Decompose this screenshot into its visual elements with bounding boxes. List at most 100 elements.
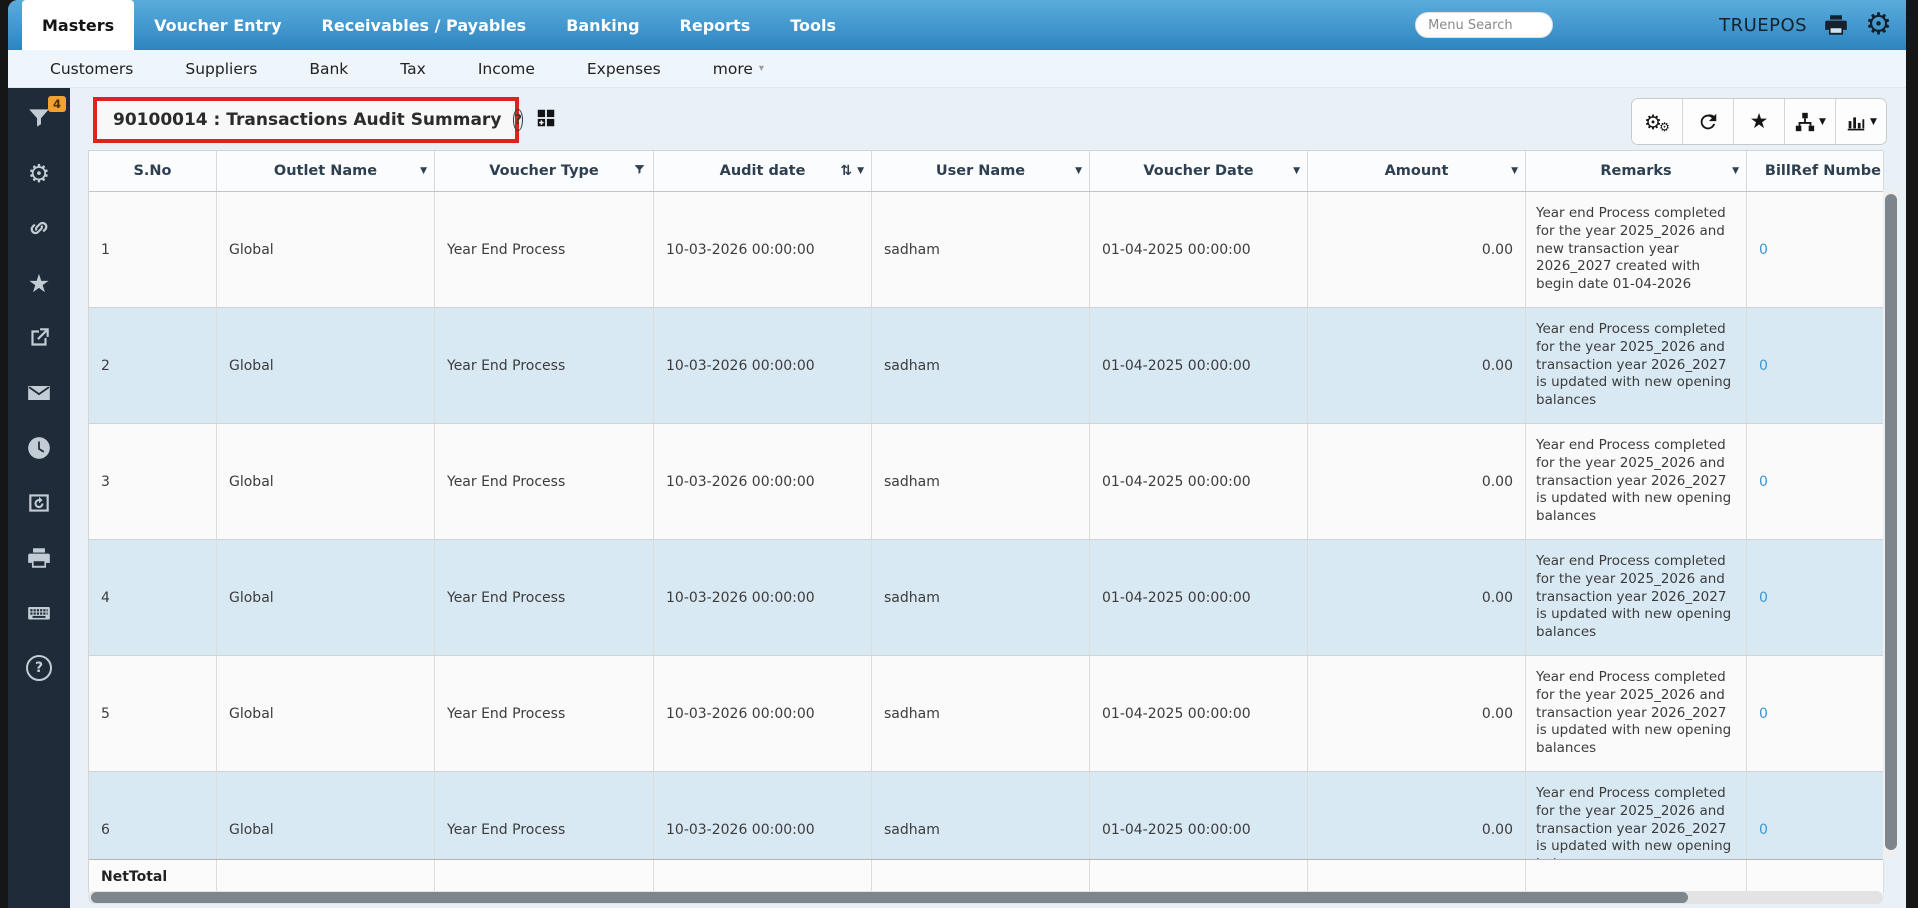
horizontal-scrollbar-thumb[interactable] [91, 892, 1688, 903]
column-label: User Name [935, 163, 1026, 179]
cell-voucher-date: 01-04-2025 00:00:00 [1090, 308, 1308, 424]
report-toolbar: ⚙ ⚙ ★ ▼ ▼ [1631, 98, 1887, 145]
submenu-item-bank[interactable]: Bank [283, 60, 374, 78]
gears-button[interactable]: ⚙ ⚙ [1632, 99, 1683, 144]
net-total-label: NetTotal [89, 860, 217, 893]
cell-audit-date: 10-03-2026 00:00:00 [654, 772, 872, 859]
cell-user: sadham [872, 192, 1090, 308]
chart-button[interactable]: ▼ [1836, 99, 1886, 144]
submenu-item-more[interactable]: more ▾ [687, 60, 790, 78]
submenu-item-tax[interactable]: Tax [374, 60, 452, 78]
column-label: Outlet Name [273, 163, 378, 179]
print-icon[interactable] [24, 544, 54, 572]
submenu-item-label: Income [477, 59, 535, 78]
star-icon[interactable]: ★ [24, 269, 54, 297]
net-total-cell [217, 860, 435, 893]
column-header-billref-numbe[interactable]: BillRef Numbe [1747, 151, 1884, 191]
refresh-button[interactable] [1683, 99, 1734, 144]
cell-outlet: Global [217, 656, 435, 772]
cell-amount: 0.00 [1308, 308, 1526, 424]
cell-sno: 1 [89, 192, 217, 308]
page-title: 90100014 : Transactions Audit Summary [113, 110, 502, 130]
link-icon[interactable] [24, 214, 54, 242]
column-header-outlet-name[interactable]: Outlet Name ▼ [217, 151, 435, 191]
app-window: Masters Voucher Entry Receivables / Payabl… [8, 0, 1906, 908]
settings-icon[interactable]: ⚙ [24, 159, 54, 187]
cell-sno: 5 [89, 656, 217, 772]
column-label: S.No [133, 163, 172, 179]
menu-item-tools[interactable]: Tools [770, 0, 856, 50]
star-button[interactable]: ★ [1734, 99, 1785, 144]
cell-voucher-type: Year End Process [435, 192, 654, 308]
billref-link[interactable]: 0 [1759, 474, 1768, 490]
submenu-item-label: Customers [50, 59, 134, 78]
cell-audit-date: 10-03-2026 00:00:00 [654, 656, 872, 772]
submenu-item-suppliers[interactable]: Suppliers [159, 60, 283, 78]
menu-item-receivables-payables[interactable]: Receivables / Payables [302, 0, 547, 50]
submenu-item-income[interactable]: Income [452, 60, 561, 78]
cell-remarks: Year end Process completed for the year … [1526, 308, 1747, 424]
billref-link[interactable]: 0 [1759, 358, 1768, 374]
submenu-item-customers[interactable]: Customers [24, 60, 159, 78]
billref-link[interactable]: 0 [1759, 822, 1768, 838]
chevron-down-icon[interactable]: ▼ [857, 166, 864, 176]
cell-remarks: Year end Process completed for the year … [1526, 656, 1747, 772]
sort-icon[interactable]: ⇅ [840, 163, 852, 179]
hierarchy-button[interactable]: ▼ [1785, 99, 1836, 144]
submenu-item-label: more [712, 59, 753, 78]
submenu-item-label: Bank [309, 59, 349, 78]
billref-link[interactable]: 0 [1759, 590, 1768, 606]
menu-item-banking[interactable]: Banking [546, 0, 659, 50]
vertical-scrollbar-thumb[interactable] [1884, 194, 1897, 850]
cell-outlet: Global [217, 308, 435, 424]
chevron-down-icon[interactable]: ▼ [1075, 166, 1082, 176]
table-row: 2 Global Year End Process 10-03-2026 00:00:… [89, 308, 1883, 424]
grid-layout-icon[interactable] [535, 107, 557, 133]
mail-icon[interactable] [24, 379, 54, 407]
cell-user: sadham [872, 308, 1090, 424]
cell-user: sadham [872, 540, 1090, 656]
menu-item-reports[interactable]: Reports [660, 0, 771, 50]
print-icon[interactable] [1823, 12, 1849, 38]
menu-item-masters[interactable]: Masters [22, 0, 135, 50]
help-icon[interactable]: ? [513, 109, 523, 131]
filter-icon[interactable]: 4 [24, 96, 66, 132]
share-icon[interactable] [24, 324, 54, 352]
submenu-item-expenses[interactable]: Expenses [561, 60, 687, 78]
column-header-user-name[interactable]: User Name ▼ [872, 151, 1090, 191]
menu-search-input[interactable] [1415, 12, 1554, 38]
cell-remarks: Year end Process completed for the year … [1526, 772, 1747, 859]
chevron-down-icon[interactable]: ▼ [1732, 166, 1739, 176]
cell-sno: 4 [89, 540, 217, 656]
column-label: Audit date [719, 163, 806, 179]
table-body: 1 Global Year End Process 10-03-2026 00:00:… [89, 192, 1883, 859]
cell-sno: 3 [89, 424, 217, 540]
window-refresh-icon[interactable] [24, 489, 54, 517]
billref-link[interactable]: 0 [1759, 242, 1768, 258]
column-header-s-no[interactable]: S.No [89, 151, 217, 191]
keyboard-icon[interactable] [24, 599, 54, 627]
column-header-remarks[interactable]: Remarks ▼ [1526, 151, 1747, 191]
help-icon[interactable]: ? [24, 654, 54, 682]
column-filter-icon[interactable] [633, 163, 646, 180]
gear-icon[interactable]: ⚙ [1865, 10, 1892, 40]
table-row: 4 Global Year End Process 10-03-2026 00:00:… [89, 540, 1883, 656]
cell-sno: 6 [89, 772, 217, 859]
billref-link[interactable]: 0 [1759, 706, 1768, 722]
net-total-cell [872, 860, 1090, 893]
column-label: BillRef Numbe [1764, 163, 1881, 179]
cell-amount: 0.00 [1308, 424, 1526, 540]
menu-item-voucher-entry[interactable]: Voucher Entry [134, 0, 301, 50]
cell-billref: 0 [1747, 772, 1883, 859]
chevron-down-icon[interactable]: ▼ [1511, 166, 1518, 176]
chevron-down-icon[interactable]: ▼ [420, 166, 427, 176]
column-header-voucher-type[interactable]: Voucher Type [435, 151, 654, 191]
table-row: 6 Global Year End Process 10-03-2026 00:00:… [89, 772, 1883, 859]
column-header-amount[interactable]: Amount ▼ [1308, 151, 1526, 191]
brand-logo: TRUEPOS [1719, 14, 1808, 36]
column-header-voucher-date[interactable]: Voucher Date ▼ [1090, 151, 1308, 191]
column-header-audit-date[interactable]: Audit date ⇅ ▼ [654, 151, 872, 191]
clock-icon[interactable] [24, 434, 54, 462]
app-screen: Masters Voucher Entry Receivables / Payabl… [0, 0, 1918, 908]
chevron-down-icon[interactable]: ▼ [1293, 166, 1300, 176]
